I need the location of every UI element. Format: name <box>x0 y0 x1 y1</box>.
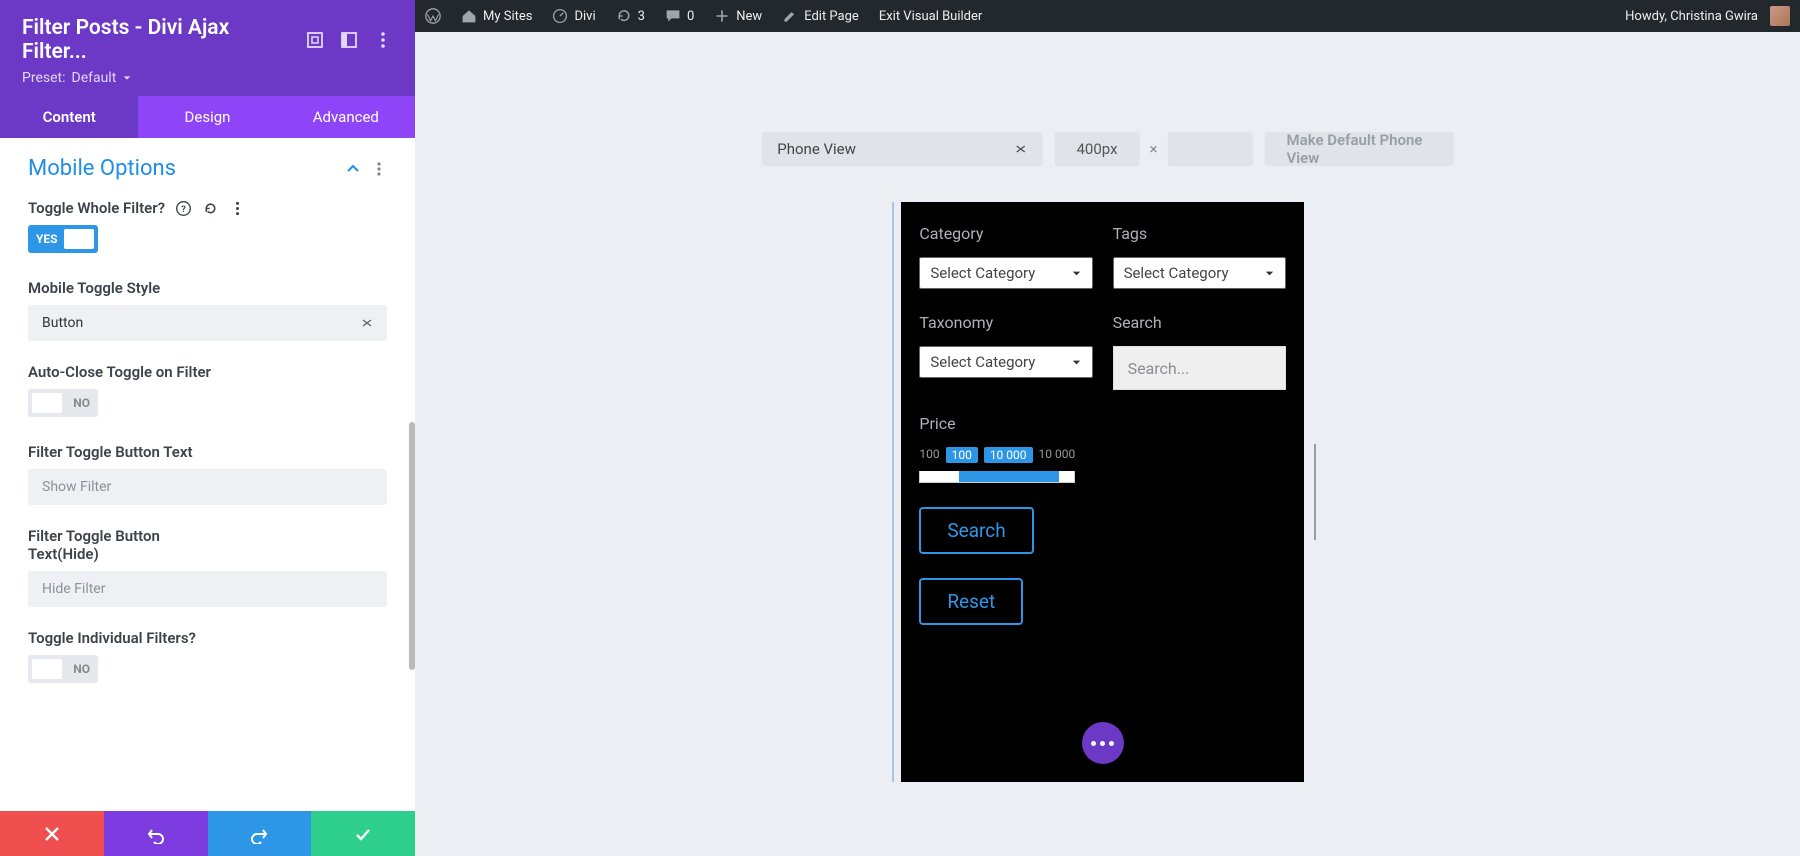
reset-button[interactable]: Reset <box>919 578 1023 625</box>
select-caret-icon <box>1015 143 1027 155</box>
my-sites-link[interactable]: My Sites <box>451 8 542 24</box>
taxonomy-label: Taxonomy <box>919 313 1092 332</box>
redo-button[interactable] <box>208 811 312 856</box>
more-vertical-icon[interactable] <box>373 30 393 50</box>
settings-header: Filter Posts - Divi Ajax Filter... Prese… <box>0 0 415 96</box>
toggle-whole-filter[interactable]: YES <box>28 225 98 253</box>
tab-advanced[interactable]: Advanced <box>277 96 415 138</box>
preset-selector[interactable]: Preset: Default <box>22 70 393 86</box>
redo-icon <box>249 824 269 844</box>
exit-visual-builder-link[interactable]: Exit Visual Builder <box>869 9 992 24</box>
slider-min-limit: 100 <box>919 447 939 463</box>
auto-close-toggle[interactable]: NO <box>28 389 98 417</box>
responsive-view-controls: Phone View 400px × Make Default Phone Vi… <box>761 132 1454 166</box>
tags-select[interactable]: Select Category <box>1113 257 1286 289</box>
caret-down-icon <box>1071 268 1082 279</box>
dock-icon[interactable] <box>339 30 359 50</box>
pencil-icon <box>782 8 798 24</box>
comments-link[interactable]: 0 <box>655 8 704 24</box>
field-label-hide-text: Filter Toggle Button Text(Hide) <box>28 527 198 563</box>
module-settings-panel: Filter Posts - Divi Ajax Filter... Prese… <box>0 0 415 856</box>
slider-track[interactable] <box>919 471 1075 483</box>
toggle-individual-filters[interactable]: NO <box>28 655 98 683</box>
reset-icon[interactable] <box>202 200 219 217</box>
make-default-view-button[interactable]: Make Default Phone View <box>1265 132 1454 166</box>
wordpress-icon <box>425 8 441 24</box>
module-options-fab[interactable] <box>1082 722 1124 764</box>
more-vertical-icon[interactable] <box>229 200 246 217</box>
slider-max-limit: 10 000 <box>1039 447 1076 463</box>
site-name-link[interactable]: Divi <box>542 8 605 24</box>
plus-icon <box>714 8 730 24</box>
builder-canvas: Phone View 400px × Make Default Phone Vi… <box>415 32 1800 856</box>
settings-body: Mobile Options Toggle Whole Filter? ? YE… <box>0 138 415 811</box>
check-icon <box>353 824 373 844</box>
caret-down-icon <box>1264 268 1275 279</box>
field-label-auto-close: Auto-Close Toggle on Filter <box>28 363 211 381</box>
updates-link[interactable]: 3 <box>606 8 655 24</box>
taxonomy-select[interactable]: Select Category <box>919 346 1092 378</box>
user-avatar <box>1770 6 1790 26</box>
price-label: Price <box>919 414 1285 433</box>
field-label-mobile-style: Mobile Toggle Style <box>28 279 160 297</box>
help-icon[interactable]: ? <box>175 200 192 217</box>
undo-icon <box>146 824 166 844</box>
close-icon <box>42 824 62 844</box>
filter-toggle-text-input[interactable]: Show Filter <box>28 469 387 505</box>
view-mode-select[interactable]: Phone View <box>761 132 1042 166</box>
filter-toggle-hide-text-input[interactable]: Hide Filter <box>28 571 387 607</box>
price-slider[interactable]: 100 100 10 000 10 000 <box>919 447 1075 483</box>
mobile-toggle-style-select[interactable]: Button <box>28 305 387 341</box>
svg-text:?: ? <box>181 203 186 214</box>
chevron-up-icon[interactable] <box>345 161 361 177</box>
wp-admin-bar: My Sites Divi 3 0 New Edit Page Exit Vis… <box>415 0 1800 32</box>
dashboard-icon <box>552 8 568 24</box>
caret-down-icon <box>1071 357 1082 368</box>
search-label: Search <box>1113 313 1286 332</box>
caret-down-icon <box>122 73 132 83</box>
edit-page-link[interactable]: Edit Page <box>772 8 869 24</box>
field-label-toggle-whole: Toggle Whole Filter? <box>28 199 165 217</box>
tab-content[interactable]: Content <box>0 96 138 138</box>
width-input[interactable]: 400px <box>1055 132 1140 166</box>
save-button[interactable] <box>311 811 415 856</box>
howdy-account[interactable]: Howdy, Christina Gwira <box>1615 6 1800 26</box>
slider-max-handle[interactable]: 10 000 <box>984 447 1033 463</box>
home-icon <box>461 8 477 24</box>
category-select[interactable]: Select Category <box>919 257 1092 289</box>
field-label-toggle-individual: Toggle Individual Filters? <box>28 629 196 647</box>
undo-button[interactable] <box>104 811 208 856</box>
tags-label: Tags <box>1113 224 1286 243</box>
resize-handle-left[interactable] <box>892 202 900 782</box>
section-title[interactable]: Mobile Options <box>28 156 176 181</box>
comment-icon <box>665 8 681 24</box>
more-vertical-icon[interactable] <box>371 161 387 177</box>
dimension-separator: × <box>1150 140 1158 158</box>
select-caret-icon <box>361 317 373 329</box>
category-label: Category <box>919 224 1092 243</box>
expand-icon[interactable] <box>305 30 325 50</box>
wp-logo[interactable] <box>415 8 451 24</box>
settings-action-bar <box>0 811 415 856</box>
module-title: Filter Posts - Divi Ajax Filter... <box>22 16 291 64</box>
discard-button[interactable] <box>0 811 104 856</box>
tab-design[interactable]: Design <box>138 96 276 138</box>
settings-tabs: Content Design Advanced <box>0 96 415 138</box>
resize-handle-right[interactable] <box>1312 202 1324 782</box>
slider-min-handle[interactable]: 100 <box>946 447 978 463</box>
field-label-show-text: Filter Toggle Button Text <box>28 443 192 461</box>
search-input[interactable]: Search... <box>1113 346 1286 390</box>
new-content-link[interactable]: New <box>704 8 772 24</box>
phone-preview: Category Select Category Tags Select Cat… <box>901 202 1303 782</box>
height-input[interactable] <box>1168 132 1253 166</box>
search-button[interactable]: Search <box>919 507 1033 554</box>
refresh-icon <box>616 8 632 24</box>
